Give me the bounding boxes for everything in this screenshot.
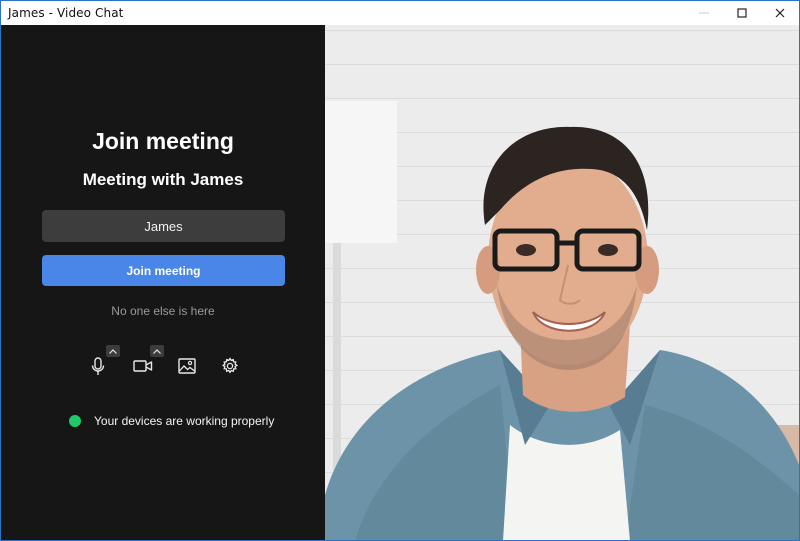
settings-button[interactable] <box>218 354 242 378</box>
camera-options-button[interactable] <box>150 345 164 357</box>
participants-status: No one else is here <box>111 304 215 318</box>
meeting-title: Meeting with James <box>82 170 244 189</box>
camera-button[interactable] <box>131 354 155 378</box>
join-meeting-button[interactable]: Join meeting <box>42 255 285 286</box>
chevron-up-icon <box>153 348 161 354</box>
background-image-icon <box>178 358 196 374</box>
window-title: James - Video Chat <box>8 6 124 20</box>
microphone-options-button[interactable] <box>106 345 120 357</box>
settings-gear-icon <box>221 357 239 374</box>
title-bar[interactable]: James - Video Chat <box>1 1 799 25</box>
maximize-button[interactable] <box>723 1 761 25</box>
camera-icon <box>133 360 153 372</box>
device-status-text: Your devices are working properly <box>94 414 275 428</box>
status-indicator <box>69 415 81 427</box>
maximize-icon <box>737 8 747 18</box>
device-status: Your devices are working properly <box>69 414 274 428</box>
video-chat-window: James - Video Chat Join meeting Meeting … <box>0 0 800 541</box>
name-input[interactable]: James <box>42 210 285 242</box>
close-icon <box>775 8 785 18</box>
person-video-image <box>325 126 799 540</box>
microphone-button[interactable] <box>87 354 109 378</box>
microphone-icon <box>91 356 105 375</box>
background-image-button[interactable] <box>175 354 199 378</box>
join-heading: Join meeting <box>92 128 234 154</box>
chevron-up-icon <box>109 348 117 354</box>
close-button[interactable] <box>761 1 799 25</box>
minimize-icon <box>699 12 709 14</box>
camera-preview <box>325 25 799 540</box>
minimize-button[interactable] <box>685 1 723 25</box>
join-panel: Join meeting Meeting with James James Jo… <box>1 25 325 540</box>
